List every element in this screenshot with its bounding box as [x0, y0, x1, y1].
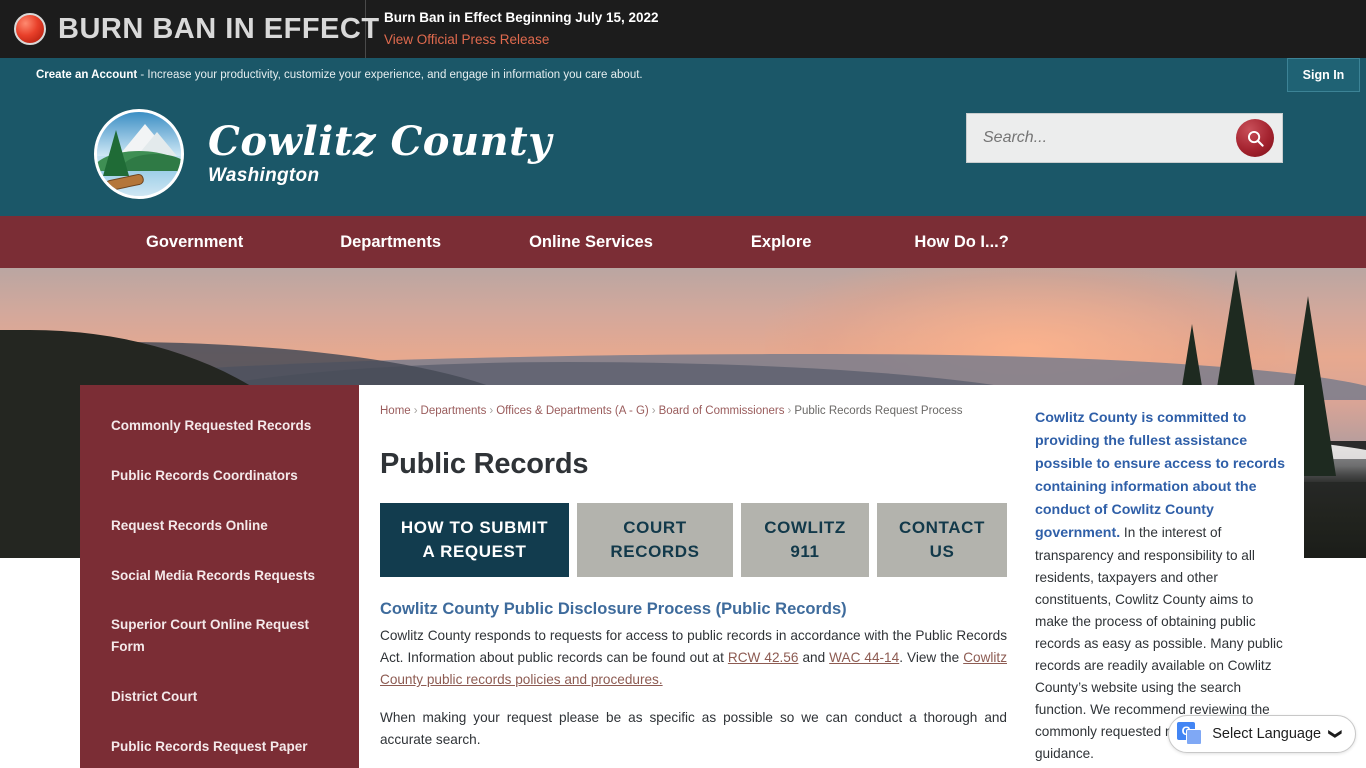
- cowlitz-county-seal-icon: [94, 109, 184, 199]
- request-specificity-paragraph: When making your request please be as sp…: [380, 710, 1007, 748]
- sidebar-item-superior-court-online-request-form[interactable]: Superior Court Online Request Form: [111, 614, 337, 658]
- site-logo-link[interactable]: Cowlitz County Washington: [0, 109, 552, 199]
- alert-detail-block: Burn Ban in Effect Beginning July 15, 20…: [366, 8, 659, 51]
- select-language-widget[interactable]: G Select Language ❯: [1168, 715, 1356, 753]
- create-account-link[interactable]: Create an Account: [36, 69, 137, 81]
- breadcrumb-item-departments[interactable]: Departments: [421, 405, 487, 417]
- tab-court-records[interactable]: COURT RECORDS: [577, 503, 733, 578]
- content-tabs: HOW TO SUBMIT A REQUEST COURT RECORDS CO…: [380, 503, 1007, 578]
- breadcrumb-item-offices-departments[interactable]: Offices & Departments (A - G): [496, 405, 649, 417]
- tab-contact-us[interactable]: CONTACT US: [877, 503, 1007, 578]
- sidebar-item-social-media-records-requests[interactable]: Social Media Records Requests: [111, 565, 337, 587]
- disclosure-text-part-3: . View the: [899, 650, 964, 666]
- aside-content: Cowlitz County is committed to providing…: [1025, 385, 1304, 768]
- nav-item-government[interactable]: Government: [146, 233, 243, 252]
- site-wordmark: Cowlitz County Washington: [184, 121, 552, 187]
- sidebar-item-public-records-coordinators[interactable]: Public Records Coordinators: [111, 465, 337, 487]
- alert-press-release-link[interactable]: View Official Press Release: [384, 30, 549, 50]
- main-navigation: Government Departments Online Services E…: [0, 216, 1366, 268]
- google-translate-icon: G: [1177, 722, 1203, 746]
- link-rcw-42-56[interactable]: RCW 42.56: [728, 650, 799, 665]
- breadcrumb-separator: ›: [651, 405, 656, 417]
- create-account-strip: Create an Account - Increase your produc…: [0, 58, 1366, 92]
- tab-cowlitz-911[interactable]: COWLITZ 911: [741, 503, 869, 578]
- main-content: Home › Departments › Offices & Departments (…: [359, 385, 1025, 768]
- red-alert-dot-icon: [14, 13, 46, 45]
- alert-headline: Burn Ban in Effect Beginning July 15, 20…: [384, 9, 659, 25]
- site-header: Cowlitz County Washington: [0, 92, 1366, 216]
- site-title: Cowlitz County: [208, 118, 552, 165]
- disclosure-paragraph: Cowlitz County responds to requests for …: [380, 625, 1007, 691]
- section-heading: Cowlitz County Public Disclosure Process…: [380, 600, 847, 619]
- section-sidebar: Commonly Requested Records Public Record…: [80, 385, 359, 768]
- sidebar-item-commonly-requested-records[interactable]: Commonly Requested Records: [111, 415, 337, 437]
- nav-item-departments[interactable]: Departments: [340, 233, 441, 252]
- breadcrumb-separator: ›: [489, 405, 494, 417]
- page-title: Public Records: [380, 448, 589, 480]
- search-glyph: [1247, 130, 1264, 147]
- aside-bold-lead: Cowlitz County is committed to providing…: [1035, 410, 1285, 541]
- alert-banner-title-block: BURN BAN IN EFFECT: [0, 0, 379, 58]
- sidebar-item-district-court[interactable]: District Court: [111, 686, 337, 708]
- burn-ban-alert-bar: BURN BAN IN EFFECT Burn Ban in Effect Be…: [0, 0, 1366, 58]
- select-language-label: Select Language: [1212, 726, 1322, 742]
- create-account-message: Create an Account - Increase your produc…: [0, 69, 643, 81]
- search-input[interactable]: [967, 129, 1236, 147]
- search-box: [966, 113, 1283, 163]
- search-icon[interactable]: [1236, 119, 1274, 157]
- breadcrumb-item-current: Public Records Request Process: [794, 405, 963, 417]
- tab-how-to-submit-a-request[interactable]: HOW TO SUBMIT A REQUEST: [380, 503, 569, 578]
- sidebar-item-request-records-online[interactable]: Request Records Online: [111, 515, 337, 537]
- sign-in-button[interactable]: Sign In: [1287, 58, 1360, 92]
- disclosure-text-part-2: and: [798, 650, 830, 666]
- nav-item-how-do-i[interactable]: How Do I...?: [914, 233, 1008, 252]
- link-wac-44-14[interactable]: WAC 44-14: [829, 650, 899, 665]
- breadcrumb-item-home[interactable]: Home: [380, 405, 411, 417]
- sidebar-item-public-records-request-paper[interactable]: Public Records Request Paper: [111, 736, 337, 758]
- site-subtitle: Washington: [208, 165, 320, 186]
- create-account-description: - Increase your productivity, customize …: [137, 69, 643, 81]
- breadcrumb-separator: ›: [787, 405, 792, 417]
- content-card: Commonly Requested Records Public Record…: [80, 385, 1304, 768]
- nav-item-explore[interactable]: Explore: [751, 233, 812, 252]
- alert-banner-title: BURN BAN IN EFFECT: [58, 12, 380, 45]
- chevron-down-icon: ❯: [1328, 728, 1344, 740]
- aside-commitment-paragraph: Cowlitz County is committed to providing…: [1035, 407, 1290, 765]
- breadcrumb-item-board-of-commissioners[interactable]: Board of Commissioners: [659, 405, 785, 417]
- breadcrumb-separator: ›: [413, 405, 418, 417]
- breadcrumb: Home › Departments › Offices & Departments (…: [380, 405, 1007, 417]
- nav-item-online-services[interactable]: Online Services: [529, 233, 653, 252]
